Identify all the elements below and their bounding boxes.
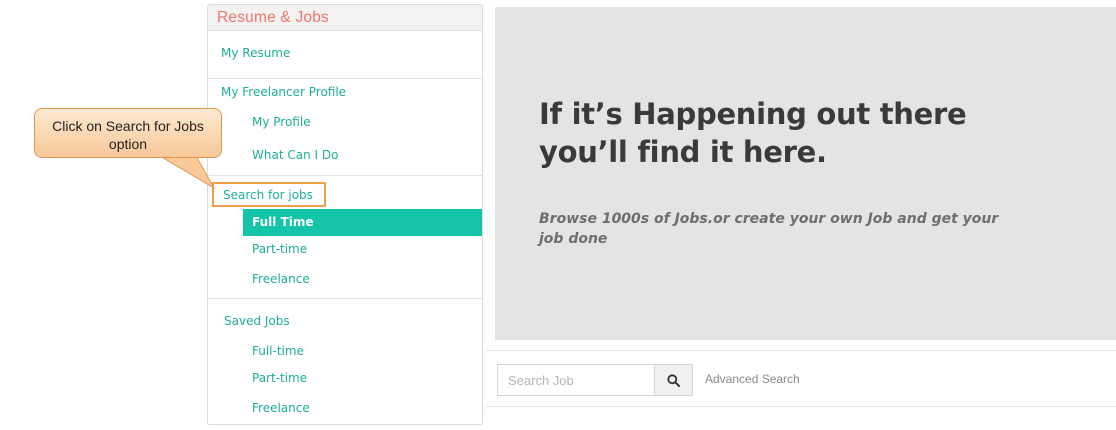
- divider: [208, 298, 482, 299]
- callout-pointer: [158, 155, 216, 190]
- advanced-search-link[interactable]: Advanced Search: [705, 372, 800, 386]
- search-job-input[interactable]: [497, 364, 655, 396]
- callout-line-2: option: [108, 136, 148, 152]
- hero-title: If it’s Happening out there you’ll find …: [539, 95, 1079, 171]
- nav-saved-part-time[interactable]: Part-time: [252, 371, 307, 385]
- hero-title-line-1: If it’s Happening out there: [539, 97, 967, 131]
- hero-subtitle-line-2: job done: [539, 231, 608, 247]
- hero-subtitle: Browse 1000s of Jobs.or create your own …: [539, 209, 1059, 249]
- hero-subtitle-line-1: Browse 1000s of Jobs.or create your own …: [539, 211, 999, 227]
- nav-my-profile[interactable]: My Profile: [252, 115, 311, 129]
- nav-search-part-time[interactable]: Part-time: [252, 242, 307, 256]
- hero-title-line-2: you’ll find it here.: [539, 135, 827, 169]
- instruction-callout: Click on Search for Jobs option: [34, 108, 222, 158]
- search-button[interactable]: [655, 364, 693, 396]
- nav-search-freelance[interactable]: Freelance: [252, 272, 310, 286]
- hero-banner: If it’s Happening out there you’ll find …: [495, 7, 1116, 340]
- job-search-bar: Advanced Search: [485, 350, 1116, 407]
- nav-saved-jobs[interactable]: Saved Jobs: [224, 314, 290, 328]
- nav-saved-full-time[interactable]: Full-time: [252, 344, 304, 358]
- nav-what-can-i-do[interactable]: What Can I Do: [252, 148, 338, 162]
- search-icon: [667, 373, 680, 387]
- callout-line-1: Click on Search for Jobs: [52, 118, 204, 134]
- nav-saved-freelance[interactable]: Freelance: [252, 401, 310, 415]
- nav-search-full-time[interactable]: Full Time: [243, 209, 482, 236]
